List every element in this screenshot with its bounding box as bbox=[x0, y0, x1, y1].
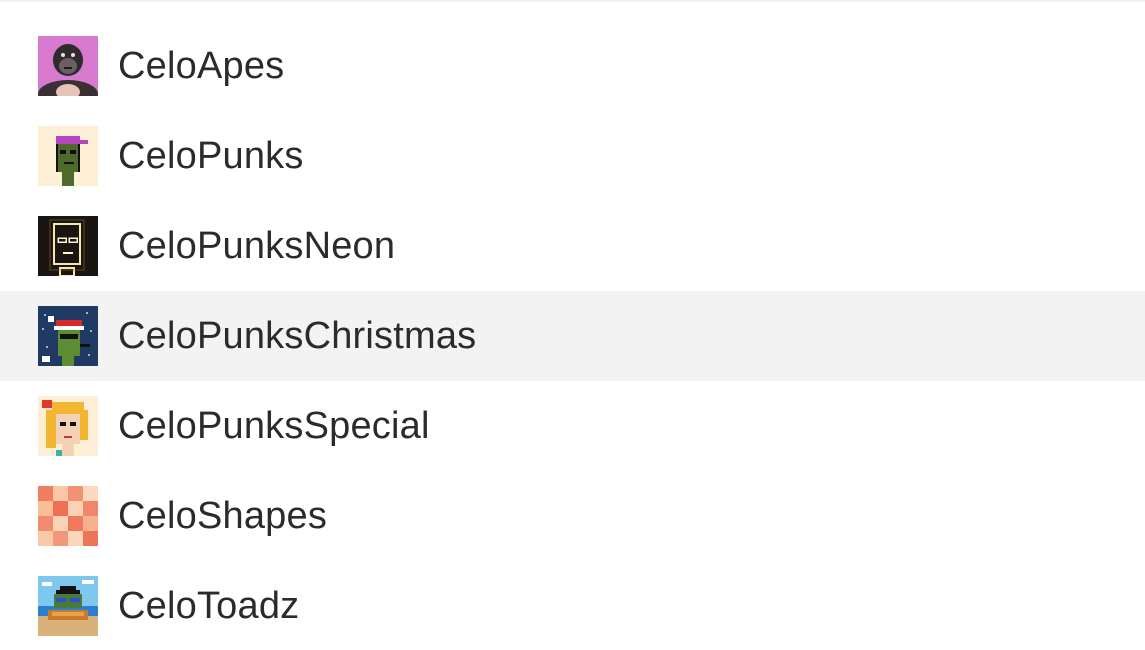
collection-option-celopunkschristmas[interactable]: CeloPunksChristmas bbox=[0, 291, 1145, 381]
collection-list: CeloApes CeloPunks CeloPunksNeon CeloPun… bbox=[0, 21, 1145, 650]
pixel-punk-avatar-icon bbox=[38, 126, 98, 186]
blonde-punk-avatar-icon bbox=[38, 396, 98, 456]
collection-option-label: CeloShapes bbox=[118, 494, 328, 537]
neon-punk-avatar-icon bbox=[38, 216, 98, 276]
collection-option-celopunks[interactable]: CeloPunks bbox=[0, 111, 1145, 201]
collection-dropdown-panel: CeloApes CeloPunks CeloPunksNeon CeloPun… bbox=[0, 0, 1145, 650]
collection-option-celotoadz[interactable]: CeloToadz bbox=[0, 561, 1145, 650]
christmas-punk-avatar-icon bbox=[38, 306, 98, 366]
collection-option-celoshapes[interactable]: CeloShapes bbox=[0, 471, 1145, 561]
collection-option-celopunksspecial[interactable]: CeloPunksSpecial bbox=[0, 381, 1145, 471]
collection-option-label: CeloPunksChristmas bbox=[118, 314, 477, 357]
collection-option-label: CeloPunks bbox=[118, 134, 304, 177]
panel-top-border bbox=[0, 0, 1145, 2]
collection-option-label: CeloApes bbox=[118, 44, 285, 87]
collection-option-celopunksneon[interactable]: CeloPunksNeon bbox=[0, 201, 1145, 291]
toad-avatar-icon bbox=[38, 576, 98, 636]
collection-option-label: CeloPunksSpecial bbox=[118, 404, 430, 447]
collection-option-celoapes[interactable]: CeloApes bbox=[0, 21, 1145, 111]
gorilla-avatar-icon bbox=[38, 36, 98, 96]
collection-option-label: CeloToadz bbox=[118, 584, 300, 627]
orange-shapes-avatar-icon bbox=[38, 486, 98, 546]
collection-option-label: CeloPunksNeon bbox=[118, 224, 396, 267]
